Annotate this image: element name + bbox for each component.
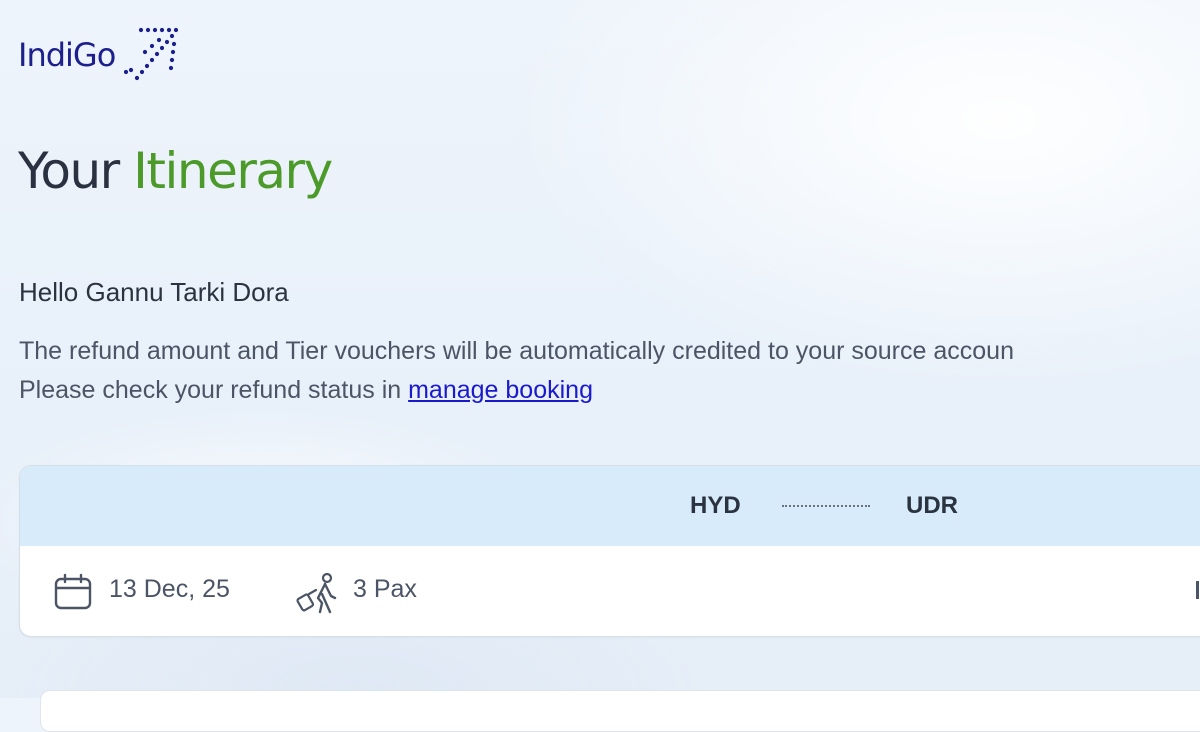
refund-message: The refund amount and Tier vouchers will… (19, 332, 1014, 410)
flight-date: 13 Dec, 25 (109, 575, 230, 603)
next-card (40, 690, 1200, 732)
indigo-plane-dots-icon (124, 27, 179, 81)
route-header: HYD UDR (20, 466, 1200, 546)
greeting-text: Hello Gannu Tarki Dora (19, 277, 289, 307)
brand-logo[interactable]: IndiGo (18, 26, 183, 84)
traveller-luggage-icon (296, 572, 337, 614)
itinerary-card[interactable]: HYD UDR 13 Dec, 25 3 Pax (19, 465, 1200, 637)
refund-message-line2: Please check your refund status in manag… (19, 376, 593, 404)
truncated-text-edge (1196, 581, 1199, 599)
refund-message-line1: The refund amount and Tier vouchers will… (19, 337, 1014, 365)
route-dotted-line (782, 505, 870, 507)
brand-name: IndiGo (18, 36, 116, 74)
calendar-icon (54, 573, 92, 610)
manage-booking-link[interactable]: manage booking (408, 376, 593, 404)
flight-details: 13 Dec, 25 3 Pax (20, 546, 1200, 636)
passenger-count: 3 Pax (353, 575, 417, 603)
origin-code: HYD (690, 492, 741, 519)
page-title: Your Itinerary (18, 142, 333, 200)
destination-code: UDR (906, 492, 958, 519)
